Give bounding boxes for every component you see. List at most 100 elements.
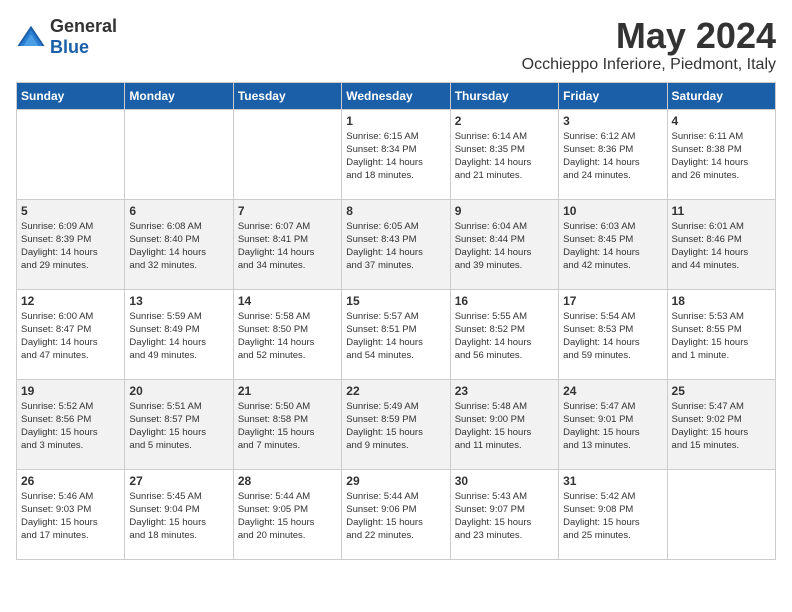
day-number: 25 xyxy=(672,384,771,398)
calendar-cell: 9 Sunrise: 6:04 AM Sunset: 8:44 PM Daylig… xyxy=(450,199,558,289)
week-row-1: 1 Sunrise: 6:15 AM Sunset: 8:34 PM Daylig… xyxy=(17,109,776,199)
calendar-table: SundayMondayTuesdayWednesdayThursdayFrid… xyxy=(16,82,776,560)
day-info: Sunrise: 5:52 AM Sunset: 8:56 PM Dayligh… xyxy=(21,400,120,453)
day-number: 14 xyxy=(238,294,337,308)
day-info: Sunrise: 6:00 AM Sunset: 8:47 PM Dayligh… xyxy=(21,310,120,363)
day-number: 1 xyxy=(346,114,445,128)
day-number: 19 xyxy=(21,384,120,398)
calendar-cell: 27Sunrise: 5:45 AM Sunset: 9:04 PM Dayli… xyxy=(125,469,233,559)
day-info: Sunrise: 6:01 AM Sunset: 8:46 PM Dayligh… xyxy=(672,220,771,273)
weekday-header-saturday: Saturday xyxy=(667,82,775,109)
day-number: 3 xyxy=(563,114,662,128)
week-row-4: 19 Sunrise: 5:52 AM Sunset: 8:56 PM Dayli… xyxy=(17,379,776,469)
calendar-cell: 25 Sunrise: 5:47 AM Sunset: 9:02 PM Dayli… xyxy=(667,379,775,469)
calendar-cell: 31 Sunrise: 5:42 AM Sunset: 9:08 PM Dayli… xyxy=(559,469,667,559)
day-number: 30 xyxy=(455,474,554,488)
logo-icon xyxy=(16,22,46,52)
weekday-header-tuesday: Tuesday xyxy=(233,82,341,109)
calendar-cell: 11Sunrise: 6:01 AM Sunset: 8:46 PM Dayli… xyxy=(667,199,775,289)
day-number: 2 xyxy=(455,114,554,128)
logo: General Blue xyxy=(16,16,117,58)
day-number: 12 xyxy=(21,294,120,308)
weekday-header-friday: Friday xyxy=(559,82,667,109)
calendar-cell: 20 Sunrise: 5:51 AM Sunset: 8:57 PM Dayli… xyxy=(125,379,233,469)
calendar-cell: 8 Sunrise: 6:05 AM Sunset: 8:43 PM Daylig… xyxy=(342,199,450,289)
day-info: Sunrise: 5:51 AM Sunset: 8:57 PM Dayligh… xyxy=(129,400,228,453)
day-number: 5 xyxy=(21,204,120,218)
calendar-cell: 14 Sunrise: 5:58 AM Sunset: 8:50 PM Dayli… xyxy=(233,289,341,379)
day-info: Sunrise: 6:04 AM Sunset: 8:44 PM Dayligh… xyxy=(455,220,554,273)
calendar-cell: 21 Sunrise: 5:50 AM Sunset: 8:58 PM Dayli… xyxy=(233,379,341,469)
calendar-cell xyxy=(17,109,125,199)
day-number: 22 xyxy=(346,384,445,398)
title-block: May 2024 Occhieppo Inferiore, Piedmont, … xyxy=(522,16,776,74)
day-number: 21 xyxy=(238,384,337,398)
calendar-cell: 18Sunrise: 5:53 AM Sunset: 8:55 PM Dayli… xyxy=(667,289,775,379)
day-info: Sunrise: 5:47 AM Sunset: 9:02 PM Dayligh… xyxy=(672,400,771,453)
week-row-5: 26 Sunrise: 5:46 AM Sunset: 9:03 PM Dayli… xyxy=(17,469,776,559)
day-info: Sunrise: 6:05 AM Sunset: 8:43 PM Dayligh… xyxy=(346,220,445,273)
day-info: Sunrise: 6:15 AM Sunset: 8:34 PM Dayligh… xyxy=(346,130,445,183)
day-number: 6 xyxy=(129,204,228,218)
day-number: 20 xyxy=(129,384,228,398)
calendar-cell: 16 Sunrise: 5:55 AM Sunset: 8:52 PM Dayli… xyxy=(450,289,558,379)
day-info: Sunrise: 5:47 AM Sunset: 9:01 PM Dayligh… xyxy=(563,400,662,453)
month-title: May 2024 xyxy=(522,16,776,56)
calendar-cell: 1 Sunrise: 6:15 AM Sunset: 8:34 PM Daylig… xyxy=(342,109,450,199)
day-info: Sunrise: 5:44 AM Sunset: 9:06 PM Dayligh… xyxy=(346,490,445,543)
day-number: 15 xyxy=(346,294,445,308)
day-number: 8 xyxy=(346,204,445,218)
day-info: Sunrise: 6:03 AM Sunset: 8:45 PM Dayligh… xyxy=(563,220,662,273)
calendar-cell: 13 Sunrise: 5:59 AM Sunset: 8:49 PM Dayli… xyxy=(125,289,233,379)
day-info: Sunrise: 5:57 AM Sunset: 8:51 PM Dayligh… xyxy=(346,310,445,363)
day-number: 24 xyxy=(563,384,662,398)
day-info: Sunrise: 5:42 AM Sunset: 9:08 PM Dayligh… xyxy=(563,490,662,543)
day-number: 7 xyxy=(238,204,337,218)
day-number: 4 xyxy=(672,114,771,128)
day-number: 13 xyxy=(129,294,228,308)
day-info: Sunrise: 6:14 AM Sunset: 8:35 PM Dayligh… xyxy=(455,130,554,183)
day-number: 29 xyxy=(346,474,445,488)
calendar-cell: 5Sunrise: 6:09 AM Sunset: 8:39 PM Daylig… xyxy=(17,199,125,289)
calendar-cell: 3Sunrise: 6:12 AM Sunset: 8:36 PM Daylig… xyxy=(559,109,667,199)
day-info: Sunrise: 5:43 AM Sunset: 9:07 PM Dayligh… xyxy=(455,490,554,543)
calendar-cell: 19 Sunrise: 5:52 AM Sunset: 8:56 PM Dayli… xyxy=(17,379,125,469)
weekday-header-monday: Monday xyxy=(125,82,233,109)
calendar-cell: 7 Sunrise: 6:07 AM Sunset: 8:41 PM Daylig… xyxy=(233,199,341,289)
weekday-header-thursday: Thursday xyxy=(450,82,558,109)
calendar-cell xyxy=(233,109,341,199)
day-number: 27 xyxy=(129,474,228,488)
day-info: Sunrise: 5:46 AM Sunset: 9:03 PM Dayligh… xyxy=(21,490,120,543)
day-number: 28 xyxy=(238,474,337,488)
calendar-cell: 30 Sunrise: 5:43 AM Sunset: 9:07 PM Dayli… xyxy=(450,469,558,559)
calendar-cell: 6Sunrise: 6:08 AM Sunset: 8:40 PM Daylig… xyxy=(125,199,233,289)
day-number: 16 xyxy=(455,294,554,308)
day-info: Sunrise: 5:53 AM Sunset: 8:55 PM Dayligh… xyxy=(672,310,771,363)
day-info: Sunrise: 5:59 AM Sunset: 8:49 PM Dayligh… xyxy=(129,310,228,363)
day-info: Sunrise: 5:44 AM Sunset: 9:05 PM Dayligh… xyxy=(238,490,337,543)
day-number: 10 xyxy=(563,204,662,218)
calendar-cell xyxy=(125,109,233,199)
calendar-cell: 15 Sunrise: 5:57 AM Sunset: 8:51 PM Dayli… xyxy=(342,289,450,379)
calendar-cell: 2 Sunrise: 6:14 AM Sunset: 8:35 PM Daylig… xyxy=(450,109,558,199)
calendar-cell: 22Sunrise: 5:49 AM Sunset: 8:59 PM Dayli… xyxy=(342,379,450,469)
calendar-cell: 24 Sunrise: 5:47 AM Sunset: 9:01 PM Dayli… xyxy=(559,379,667,469)
day-number: 17 xyxy=(563,294,662,308)
day-info: Sunrise: 5:48 AM Sunset: 9:00 PM Dayligh… xyxy=(455,400,554,453)
day-number: 26 xyxy=(21,474,120,488)
calendar-cell: 12 Sunrise: 6:00 AM Sunset: 8:47 PM Dayli… xyxy=(17,289,125,379)
logo-text: General Blue xyxy=(50,16,117,58)
calendar-cell: 29 Sunrise: 5:44 AM Sunset: 9:06 PM Dayli… xyxy=(342,469,450,559)
day-info: Sunrise: 5:50 AM Sunset: 8:58 PM Dayligh… xyxy=(238,400,337,453)
day-info: Sunrise: 5:55 AM Sunset: 8:52 PM Dayligh… xyxy=(455,310,554,363)
week-row-3: 12 Sunrise: 6:00 AM Sunset: 8:47 PM Dayli… xyxy=(17,289,776,379)
calendar-cell: 28 Sunrise: 5:44 AM Sunset: 9:05 PM Dayli… xyxy=(233,469,341,559)
calendar-cell: 17Sunrise: 5:54 AM Sunset: 8:53 PM Dayli… xyxy=(559,289,667,379)
calendar-cell: 26 Sunrise: 5:46 AM Sunset: 9:03 PM Dayli… xyxy=(17,469,125,559)
day-number: 9 xyxy=(455,204,554,218)
day-number: 31 xyxy=(563,474,662,488)
day-info: Sunrise: 6:07 AM Sunset: 8:41 PM Dayligh… xyxy=(238,220,337,273)
weekday-header-sunday: Sunday xyxy=(17,82,125,109)
day-info: Sunrise: 5:58 AM Sunset: 8:50 PM Dayligh… xyxy=(238,310,337,363)
calendar-cell xyxy=(667,469,775,559)
